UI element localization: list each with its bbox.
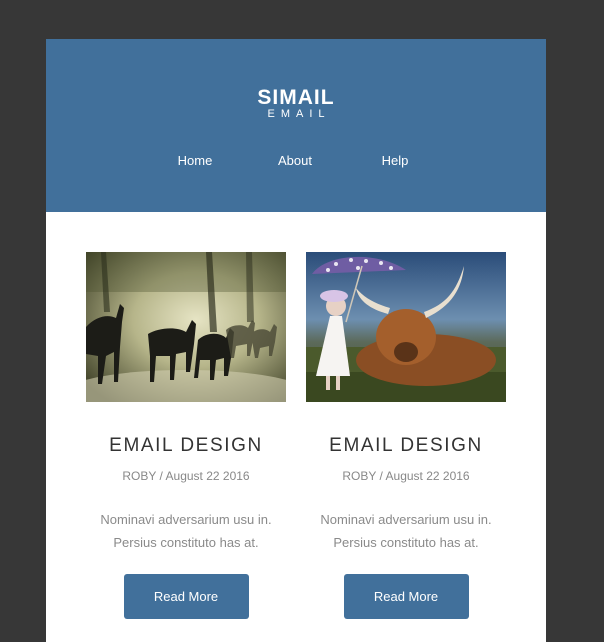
nav-about-link[interactable]: About [250,153,340,168]
read-more-button[interactable]: Read More [123,574,249,619]
post-card: EMAIL DESIGN ROBY / August 22 2016 Nomin… [306,252,506,619]
nav-help-link[interactable]: Help [350,153,440,168]
logo-title: SIMAIL [257,86,335,109]
post-excerpt-line: Persius constituto has at. [333,535,479,550]
nav-home-link[interactable]: Home [150,153,240,168]
post-meta: ROBY / August 22 2016 [342,469,470,483]
post-meta: ROBY / August 22 2016 [122,469,250,483]
post-excerpt: Nominavi adversarium usu in. Persius con… [86,508,286,554]
logo-subtitle: EMAIL [267,108,331,120]
post-excerpt: Nominavi adversarium usu in. Persius con… [306,508,506,554]
post-excerpt-line: Persius constituto has at. [113,535,259,550]
post-image-highland-cow[interactable] [306,252,506,402]
email-header: SIMAIL EMAIL Home About Help [46,39,546,212]
email-container: SIMAIL EMAIL Home About Help EMAIL DESIG… [46,39,546,642]
read-more-button[interactable]: Read More [343,574,469,619]
post-image-horses[interactable] [86,252,286,402]
post-title[interactable]: EMAIL DESIGN [306,434,506,458]
post-excerpt-line: Nominavi adversarium usu in. [320,512,492,527]
post-excerpt-line: Nominavi adversarium usu in. [100,512,272,527]
post-card: EMAIL DESIGN ROBY / August 22 2016 Nomin… [86,252,286,619]
post-title[interactable]: EMAIL DESIGN [86,434,286,458]
main-nav: Home About Help [46,153,546,171]
logo[interactable]: SIMAIL EMAIL [46,87,546,120]
